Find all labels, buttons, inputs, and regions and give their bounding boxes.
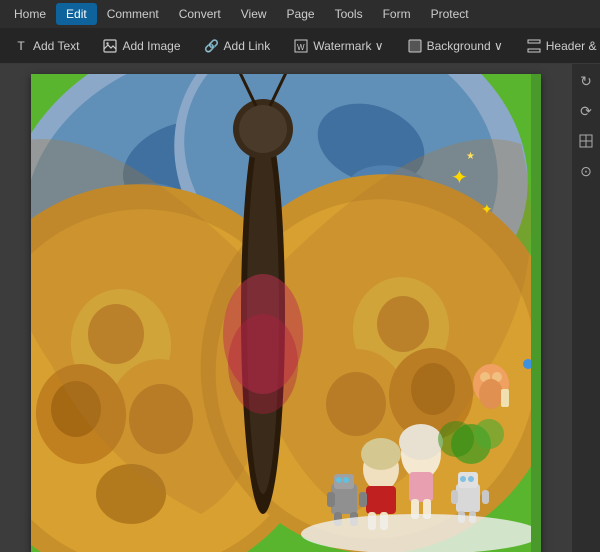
add-text-button[interactable]: T Add Text (6, 35, 87, 57)
refresh-button[interactable]: ⟳ (575, 100, 597, 122)
image-edit-button[interactable] (575, 130, 597, 152)
watermark-button[interactable]: W Watermark ∨ (286, 35, 391, 57)
header-footer-label: Header & Footer ∨ (546, 39, 600, 53)
add-image-icon (103, 39, 117, 53)
background-label: Background ∨ (427, 39, 503, 53)
pdf-page: PDFent (31, 74, 541, 552)
menu-comment[interactable]: Comment (97, 3, 169, 25)
add-text-icon: T (14, 39, 28, 53)
add-image-label: Add Image (122, 39, 180, 53)
menu-view[interactable]: View (231, 3, 277, 25)
add-link-icon: 🔗 (205, 39, 219, 53)
background-icon (408, 39, 422, 53)
svg-text:✦: ✦ (481, 201, 493, 217)
side-panel: ↻ ⟳ ⊙ (572, 64, 600, 552)
menu-convert[interactable]: Convert (169, 3, 231, 25)
svg-text:✦: ✦ (451, 167, 468, 189)
add-text-label: Add Text (33, 39, 79, 53)
settings-button[interactable]: ⊙ (575, 160, 597, 182)
toolbar: T Add Text Add Image 🔗 Add Link W Waterm… (0, 28, 600, 64)
menu-bar: Home Edit Comment Convert View Page Tool… (0, 0, 600, 28)
menu-edit[interactable]: Edit (56, 3, 97, 25)
add-link-button[interactable]: 🔗 Add Link (197, 35, 279, 57)
svg-text:W: W (297, 43, 305, 52)
background-button[interactable]: Background ∨ (400, 35, 511, 57)
pdf-area[interactable]: PDFent (0, 64, 572, 552)
watermark-icon: W (294, 39, 308, 53)
butterfly-illustration: ✦ ✦ ★ (31, 74, 531, 552)
menu-tools[interactable]: Tools (325, 3, 373, 25)
rotate-right-button[interactable]: ↻ (575, 70, 597, 92)
menu-protect[interactable]: Protect (421, 3, 479, 25)
watermark-label: Watermark ∨ (313, 39, 383, 53)
svg-text:★: ★ (466, 151, 475, 162)
add-link-label: Add Link (224, 39, 271, 53)
menu-form[interactable]: Form (373, 3, 421, 25)
header-footer-button[interactable]: Header & Footer ∨ (519, 35, 600, 57)
menu-page[interactable]: Page (277, 3, 325, 25)
menu-home[interactable]: Home (4, 3, 56, 25)
header-footer-icon (527, 39, 541, 53)
add-image-button[interactable]: Add Image (95, 35, 188, 57)
main-content: PDFent (0, 64, 600, 552)
